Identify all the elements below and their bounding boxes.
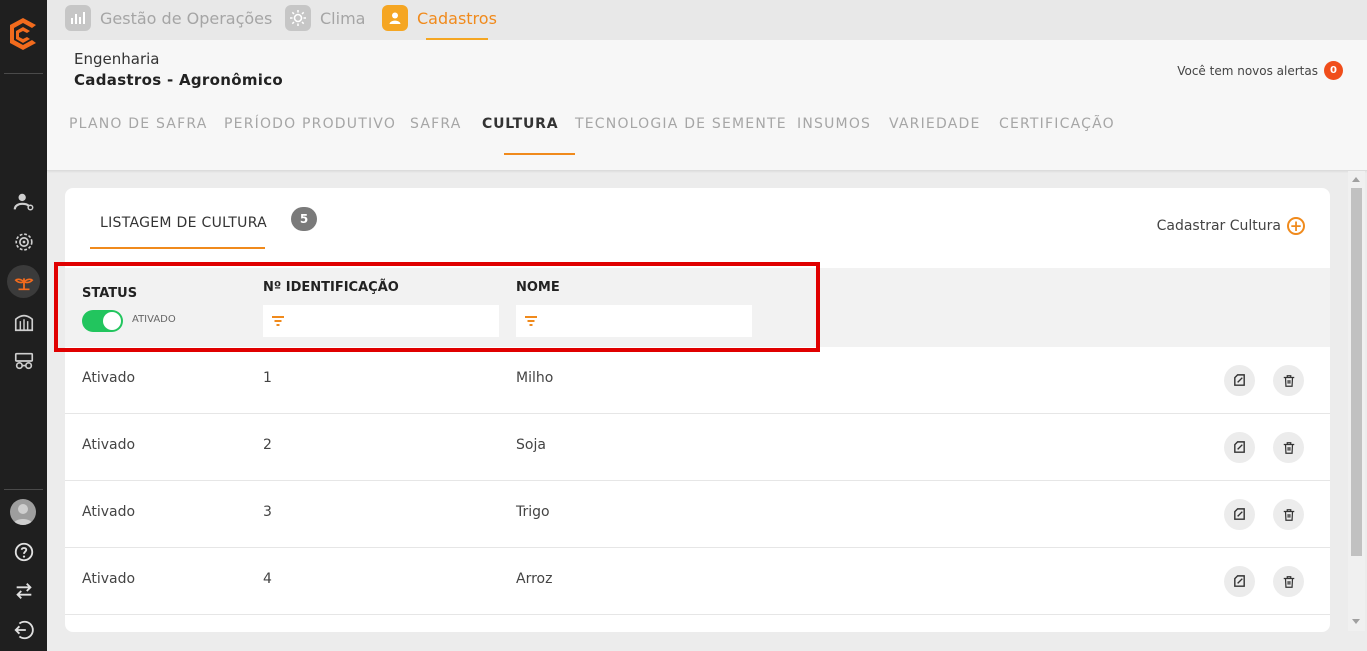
name-cell: Soja xyxy=(516,437,546,453)
delete-button[interactable] xyxy=(1273,566,1304,597)
content-card: LISTAGEM DE CULTURA 5 Cadastrar Cultura … xyxy=(65,188,1330,632)
name-cell: Arroz xyxy=(516,571,553,587)
tab-periodo-produtivo[interactable]: PERÍODO PRODUTIVO xyxy=(224,116,396,132)
list-title[interactable]: LISTAGEM DE CULTURA xyxy=(100,215,267,231)
module-label: Clima xyxy=(320,8,366,28)
status-cell: Ativado xyxy=(82,504,136,520)
trash-icon xyxy=(1283,374,1294,387)
user-settings-icon[interactable] xyxy=(8,186,40,218)
logout-icon[interactable] xyxy=(8,614,40,646)
module-bar: Gestão de Operações Clima Cadastros xyxy=(47,0,1367,40)
scroll-down-icon[interactable] xyxy=(1352,619,1360,624)
name-cell: Milho xyxy=(516,370,554,386)
gear-target-icon[interactable] xyxy=(8,226,40,258)
table-row: Ativado 2 Soja xyxy=(65,414,1330,481)
id-column-header: Nº IDENTIFICAÇÃO xyxy=(263,280,399,295)
trash-icon xyxy=(1283,441,1294,454)
edit-button[interactable] xyxy=(1224,499,1255,530)
user-icon xyxy=(382,5,408,31)
edit-icon xyxy=(1234,374,1245,386)
operations-icon xyxy=(65,5,91,31)
table-row: Ativado 1 Milho xyxy=(65,347,1330,414)
name-filter-field[interactable] xyxy=(516,305,752,337)
module-clima[interactable]: Clima xyxy=(285,5,365,31)
edit-icon xyxy=(1234,508,1245,520)
tab-certificacao[interactable]: CERTIFICAÇÃO xyxy=(999,116,1115,132)
name-cell: Trigo xyxy=(516,504,550,520)
plus-circle-icon: + xyxy=(1287,217,1305,235)
id-cell: 1 xyxy=(263,370,272,386)
sun-icon xyxy=(285,5,311,31)
silo-icon[interactable] xyxy=(8,306,40,338)
tractor-icon[interactable] xyxy=(8,345,40,377)
avatar[interactable] xyxy=(10,499,36,525)
edit-icon xyxy=(1234,575,1245,587)
switch-arrows-icon[interactable] xyxy=(8,575,40,607)
delete-button[interactable] xyxy=(1273,432,1304,463)
left-sidebar xyxy=(0,0,47,651)
status-cell: Ativado xyxy=(82,437,136,453)
crop-plant-icon[interactable] xyxy=(7,265,40,298)
add-culture-label: Cadastrar Cultura xyxy=(1156,218,1281,234)
id-filter-field[interactable] xyxy=(263,305,499,337)
trash-icon xyxy=(1283,575,1294,588)
table-row: Ativado 4 Arroz xyxy=(65,548,1330,615)
alerts-count-badge: 0 xyxy=(1324,61,1343,80)
name-column-header: NOME xyxy=(516,280,560,295)
module-label: Cadastros xyxy=(417,8,497,28)
alerts-text: Você tem novos alertas xyxy=(1177,63,1318,78)
tab-tecnologia-de-semente[interactable]: TECNOLOGIA DE SEMENTE xyxy=(575,116,787,132)
add-culture-button[interactable]: Cadastrar Cultura + xyxy=(1157,217,1305,235)
id-filter-input[interactable] xyxy=(293,305,499,337)
trash-icon xyxy=(1283,508,1294,521)
table-row: Ativado 3 Trigo xyxy=(65,481,1330,548)
name-filter-input[interactable] xyxy=(546,305,752,337)
help-icon[interactable] xyxy=(8,536,40,568)
status-toggle[interactable] xyxy=(82,310,123,332)
edit-button[interactable] xyxy=(1224,432,1255,463)
breadcrumb-parent[interactable]: Engenharia xyxy=(74,50,159,68)
page-title: Cadastros - Agronômico xyxy=(74,71,283,89)
page-header: Engenharia Cadastros - Agronômico Você t… xyxy=(47,40,1367,171)
edit-button[interactable] xyxy=(1224,365,1255,396)
status-cell: Ativado xyxy=(82,571,136,587)
delete-button[interactable] xyxy=(1273,499,1304,530)
tab-cultura[interactable]: CULTURA xyxy=(482,116,558,132)
module-cadastros[interactable]: Cadastros xyxy=(382,5,497,31)
scrollbar-thumb[interactable] xyxy=(1351,188,1362,556)
tab-variedade[interactable]: VARIEDADE xyxy=(889,116,981,132)
vertical-scrollbar[interactable] xyxy=(1348,171,1365,631)
status-column-header: STATUS xyxy=(82,286,138,301)
edit-button[interactable] xyxy=(1224,566,1255,597)
status-cell: Ativado xyxy=(82,370,136,386)
module-gestao-operacoes[interactable]: Gestão de Operações xyxy=(65,5,272,31)
filter-row: STATUS ATIVADO Nº IDENTIFICAÇÃO NOME xyxy=(65,268,1330,347)
id-cell: 2 xyxy=(263,437,272,453)
active-tab-indicator xyxy=(504,153,575,155)
app-logo-icon[interactable] xyxy=(6,14,40,54)
sidebar-divider xyxy=(4,489,43,490)
delete-button[interactable] xyxy=(1273,365,1304,396)
id-cell: 3 xyxy=(263,504,272,520)
tab-plano-de-safra[interactable]: PLANO DE SAFRA xyxy=(69,116,207,132)
list-title-underline xyxy=(90,247,265,249)
edit-icon xyxy=(1234,441,1245,453)
module-label: Gestão de Operações xyxy=(100,8,273,28)
tab-insumos[interactable]: INSUMOS xyxy=(797,116,871,132)
filter-icon xyxy=(272,316,284,326)
tab-safra[interactable]: SAFRA xyxy=(410,116,462,132)
alerts-notice[interactable]: Você tem novos alertas 0 xyxy=(1177,61,1343,80)
count-badge: 5 xyxy=(291,207,317,231)
id-cell: 4 xyxy=(263,571,272,587)
scroll-up-icon[interactable] xyxy=(1352,177,1360,182)
status-toggle-label: ATIVADO xyxy=(132,314,176,325)
sidebar-divider xyxy=(4,73,43,74)
filter-icon xyxy=(525,316,537,326)
